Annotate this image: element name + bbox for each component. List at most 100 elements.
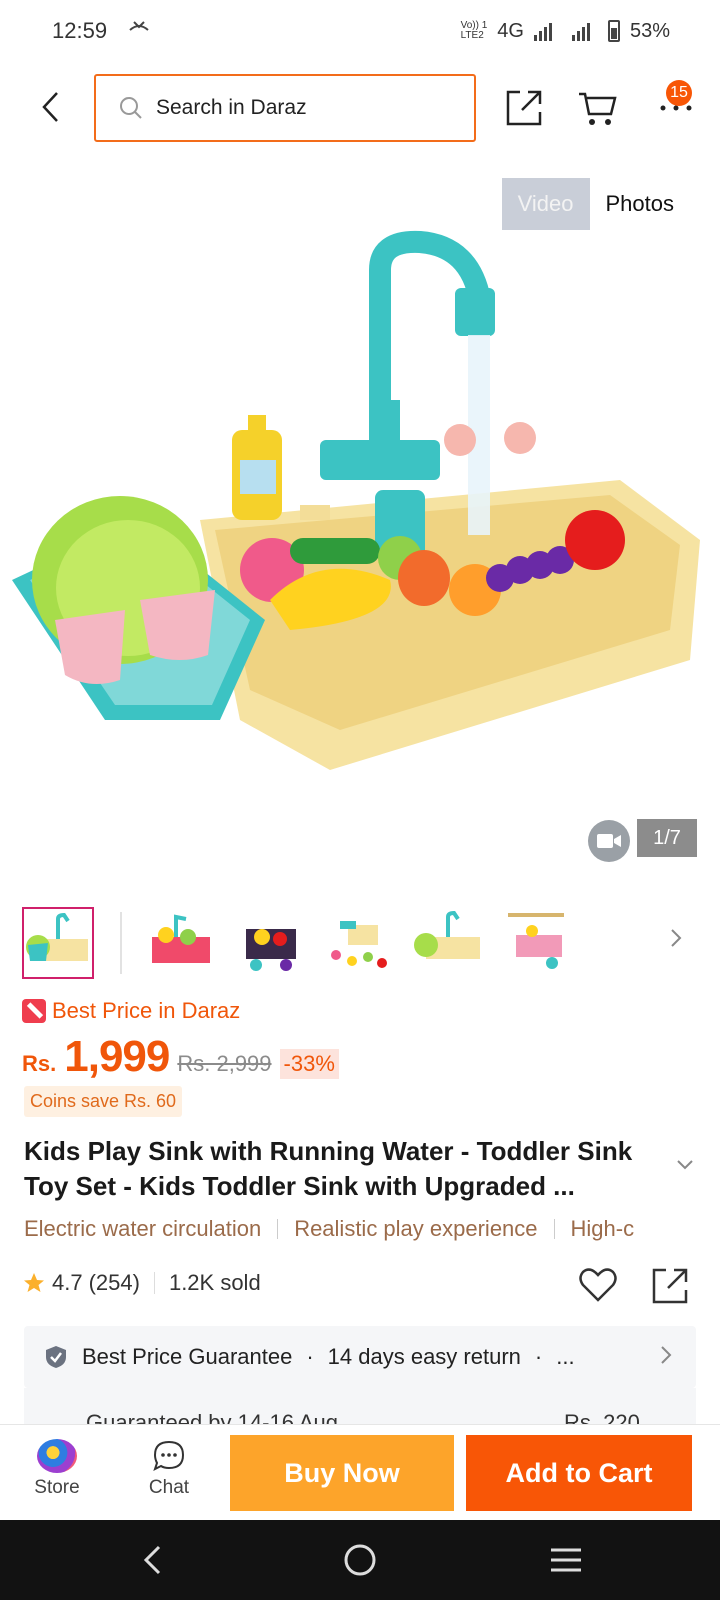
thumbnail-image	[331, 921, 387, 968]
nav-home-button[interactable]	[330, 1540, 390, 1580]
search-input[interactable]: Search in Daraz	[94, 74, 476, 142]
thumbnail-2[interactable]	[142, 907, 214, 979]
cart-button[interactable]	[572, 82, 624, 134]
product-image	[12, 230, 700, 770]
product-title: Kids Play Sink with Running Water - Todd…	[24, 1136, 633, 1201]
heart-icon	[579, 1268, 617, 1302]
rating-row[interactable]: 4.7 (254) 1.2K sold	[22, 1270, 261, 1296]
feature-divider	[277, 1219, 279, 1239]
shield-icon	[46, 1346, 66, 1368]
action-bar: Store Chat Buy Now Add to Cart	[0, 1424, 720, 1520]
product-gallery[interactable]: Video Photos 1/7	[0, 160, 720, 880]
thumbnail-divider	[120, 912, 122, 974]
network-type: 4G	[497, 19, 524, 42]
share-icon	[506, 90, 542, 126]
guarantee-row[interactable]: Best Price Guarantee · 14 days easy retu…	[24, 1326, 696, 1388]
share-icon	[652, 1268, 688, 1304]
back-icon	[143, 1545, 161, 1575]
original-price: Rs. 2,999	[177, 1051, 272, 1076]
video-camera-icon	[597, 834, 621, 848]
search-icon	[120, 97, 142, 119]
tab-photos[interactable]: Photos	[590, 178, 691, 230]
best-price-icon	[22, 999, 46, 1023]
guarantee-dot: ·	[306, 1344, 314, 1369]
store-button[interactable]: Store	[22, 1439, 92, 1499]
thumbnail-strip	[22, 906, 702, 980]
thumbnail-image	[26, 912, 88, 961]
guarantee-chevron	[660, 1345, 672, 1371]
status-bar: 12:59 Vo)) 1 LTE2 4G 53%	[0, 0, 720, 62]
thumbnail-image	[246, 929, 296, 971]
thumbnail-1[interactable]	[22, 907, 94, 979]
thumbnail-image	[414, 910, 480, 959]
store-logo	[37, 1439, 77, 1473]
price-row: Rs. 1,999 Rs. 2,999 -33%	[22, 1032, 339, 1082]
delivery-fee: Rs. 220	[564, 1410, 640, 1424]
notification-badge: 15	[666, 80, 692, 106]
chevron-right-icon	[661, 1346, 672, 1364]
currency: Rs.	[22, 1051, 57, 1076]
system-nav-bar	[0, 1520, 720, 1600]
delivery-label: Guaranteed by 14-16 Aug	[86, 1410, 338, 1424]
thumbnail-3[interactable]	[232, 907, 304, 979]
tab-video[interactable]: Video	[501, 178, 590, 230]
thumbnail-image	[508, 913, 564, 969]
chat-button[interactable]: Chat	[134, 1439, 204, 1499]
thumbnail-4[interactable]	[322, 907, 394, 979]
chevron-right-icon	[671, 929, 682, 947]
return-label: 14 days easy return	[327, 1344, 521, 1369]
rating-value: 4.7	[52, 1270, 83, 1295]
coins-badge: Coins save Rs. 60	[24, 1086, 183, 1117]
feature-item: High-c	[570, 1216, 635, 1241]
guarantee-label: Best Price Guarantee	[82, 1344, 293, 1369]
thumbnail-5[interactable]	[412, 907, 484, 979]
image-counter: 1/7	[637, 819, 697, 857]
feature-item: Electric water circulation	[24, 1216, 262, 1241]
signal-icon	[533, 21, 552, 41]
chevron-down-icon	[677, 1160, 693, 1170]
chevron-left-icon	[42, 92, 58, 122]
delivery-row[interactable]: Guaranteed by 14-16 Aug Rs. 220	[24, 1388, 696, 1424]
home-icon	[344, 1544, 376, 1576]
feature-divider	[553, 1219, 555, 1239]
share-product-button[interactable]	[650, 1266, 690, 1311]
expand-title-button[interactable]	[676, 1158, 694, 1176]
thumbnail-image	[152, 914, 210, 963]
missed-call-icon	[127, 18, 151, 44]
guarantee-more: ...	[556, 1344, 575, 1369]
current-price: 1,999	[64, 1032, 170, 1081]
add-to-cart-button[interactable]: Add to Cart	[466, 1435, 692, 1511]
store-label: Store	[34, 1477, 80, 1498]
chat-label: Chat	[148, 1477, 190, 1498]
thumbnail-6[interactable]	[502, 907, 574, 979]
guarantee-dot: ·	[534, 1344, 543, 1369]
nav-recents-button[interactable]	[536, 1540, 596, 1580]
sold-count: 1.2K sold	[168, 1270, 261, 1295]
wishlist-button[interactable]	[578, 1266, 618, 1309]
video-play-button[interactable]	[588, 820, 630, 862]
star-icon	[24, 1273, 44, 1292]
battery-icon	[607, 20, 620, 42]
chat-icon	[153, 1440, 185, 1471]
best-price-tag: Best Price in Daraz	[22, 998, 240, 1024]
lte-label: LTE2	[460, 30, 484, 41]
thumbnail-next-button[interactable]	[670, 928, 682, 953]
signal-icon-2	[571, 21, 590, 41]
discount-badge: -33%	[279, 1049, 339, 1079]
review-count: (254)	[88, 1270, 140, 1295]
feature-list: Electric water circulation Realistic pla…	[24, 1216, 704, 1242]
back-button[interactable]	[30, 82, 70, 132]
top-bar: Search in Daraz 15	[0, 62, 720, 152]
best-price-label: Best Price in Daraz	[52, 998, 241, 1023]
feature-item: Realistic play experience	[294, 1216, 538, 1241]
search-placeholder: Search in Daraz	[156, 96, 307, 119]
media-tabs: Video Photos	[501, 178, 691, 230]
menu-icon	[551, 1548, 581, 1572]
clock: 12:59	[52, 18, 108, 43]
rating-divider	[153, 1272, 155, 1294]
cart-icon	[579, 92, 617, 125]
share-button[interactable]	[498, 82, 550, 134]
battery-percent: 53%	[629, 19, 670, 42]
nav-back-button[interactable]	[122, 1540, 182, 1580]
buy-now-button[interactable]: Buy Now	[230, 1435, 454, 1511]
